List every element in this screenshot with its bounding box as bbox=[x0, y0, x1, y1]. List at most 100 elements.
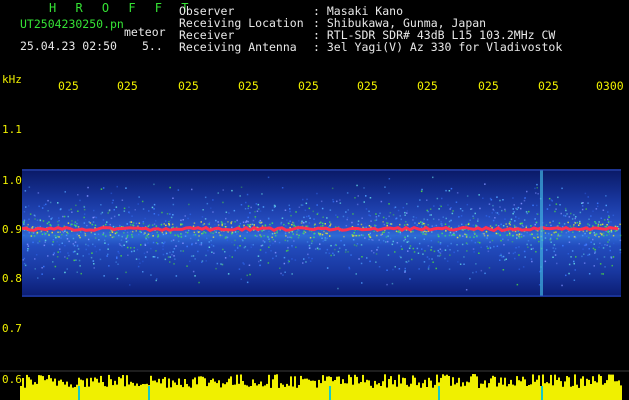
noise-speckle bbox=[561, 284, 563, 287]
histogram-bar bbox=[560, 381, 562, 400]
histogram-bar bbox=[472, 374, 474, 400]
signal-halo-dot bbox=[549, 221, 551, 224]
noise-speckle bbox=[256, 235, 258, 237]
histogram-bar bbox=[430, 380, 432, 400]
noise-speckle bbox=[477, 218, 479, 220]
signal-halo-dot bbox=[130, 224, 132, 226]
histogram-bar bbox=[486, 387, 488, 400]
noise-speckle bbox=[431, 258, 433, 260]
noise-speckle bbox=[549, 204, 551, 206]
histogram-bar bbox=[454, 384, 456, 400]
noise-speckle bbox=[420, 190, 423, 193]
noise-speckle bbox=[210, 244, 213, 246]
noise-speckle bbox=[256, 210, 259, 212]
noise-speckle bbox=[52, 261, 54, 263]
histogram-bar bbox=[152, 380, 154, 400]
noise-speckle bbox=[447, 245, 449, 247]
signal-halo-dot bbox=[40, 230, 43, 232]
noise-speckle bbox=[24, 190, 27, 192]
histogram-bar bbox=[22, 378, 24, 400]
noise-speckle bbox=[573, 279, 576, 281]
noise-speckle bbox=[603, 230, 606, 233]
noise-speckle bbox=[554, 254, 557, 256]
histogram-bar bbox=[62, 381, 64, 400]
noise-speckle bbox=[502, 225, 505, 227]
noise-speckle bbox=[153, 183, 155, 186]
noise-speckle bbox=[252, 244, 254, 246]
histogram-bar bbox=[506, 386, 508, 400]
histogram-bar bbox=[550, 374, 552, 400]
noise-speckle bbox=[182, 242, 184, 244]
noise-speckle bbox=[164, 220, 167, 222]
noise-speckle bbox=[534, 237, 536, 240]
noise-speckle bbox=[536, 183, 538, 186]
noise-speckle bbox=[427, 266, 430, 268]
noise-speckle bbox=[102, 235, 104, 238]
signal-halo-dot bbox=[208, 223, 210, 225]
signal-halo-dot bbox=[420, 231, 423, 233]
noise-speckle bbox=[445, 217, 447, 220]
noise-speckle bbox=[588, 224, 591, 226]
noise-speckle bbox=[303, 216, 305, 219]
noise-speckle bbox=[596, 258, 599, 260]
noise-speckle bbox=[554, 210, 556, 213]
histogram-bar bbox=[566, 376, 568, 400]
signal-halo-dot bbox=[601, 233, 603, 235]
signal-halo-dot bbox=[423, 222, 426, 225]
noise-speckle bbox=[604, 244, 606, 246]
histogram-bar bbox=[282, 384, 284, 400]
signal-halo-dot bbox=[225, 236, 227, 238]
noise-speckle bbox=[572, 225, 575, 228]
noise-speckle bbox=[331, 187, 334, 190]
meteor-streak bbox=[540, 170, 543, 296]
noise-speckle bbox=[431, 231, 433, 233]
noise-speckle bbox=[267, 176, 270, 179]
x-tick-label: 025 bbox=[298, 79, 319, 93]
noise-speckle bbox=[456, 244, 458, 246]
histogram-marker bbox=[148, 386, 150, 400]
noise-speckle bbox=[187, 229, 190, 232]
noise-speckle bbox=[474, 241, 477, 244]
noise-speckle bbox=[116, 185, 118, 188]
noise-speckle bbox=[473, 251, 475, 253]
noise-speckle bbox=[436, 197, 439, 200]
noise-speckle bbox=[146, 251, 148, 253]
signal-halo-dot bbox=[505, 223, 507, 225]
noise-speckle bbox=[233, 209, 236, 212]
noise-speckle bbox=[590, 215, 592, 217]
histogram-bar bbox=[84, 386, 86, 400]
signal-halo-dot bbox=[376, 234, 378, 237]
noise-speckle bbox=[332, 198, 334, 201]
noise-speckle bbox=[449, 254, 451, 256]
histogram-bar bbox=[252, 379, 254, 400]
noise-speckle bbox=[302, 262, 304, 264]
y-tick-label: 0.7 bbox=[2, 322, 22, 335]
signal-halo-dot bbox=[147, 236, 150, 239]
noise-speckle bbox=[383, 223, 386, 226]
histogram-bar bbox=[494, 376, 496, 400]
noise-speckle bbox=[387, 254, 390, 256]
noise-speckle bbox=[91, 252, 93, 254]
signal-halo-dot bbox=[612, 234, 615, 237]
noise-speckle bbox=[191, 243, 193, 246]
noise-speckle bbox=[607, 241, 609, 243]
noise-speckle bbox=[113, 215, 116, 218]
signal-halo-dot bbox=[588, 236, 590, 239]
signal-halo-dot bbox=[193, 231, 196, 234]
info-label: Receiving Antenna bbox=[179, 40, 297, 54]
noise-speckle bbox=[335, 214, 337, 216]
noise-speckle bbox=[448, 190, 451, 192]
noise-speckle bbox=[43, 204, 45, 206]
noise-speckle bbox=[407, 260, 410, 262]
histogram-bar bbox=[484, 380, 486, 400]
noise-speckle bbox=[228, 212, 230, 214]
noise-speckle bbox=[338, 247, 341, 249]
histogram-bar bbox=[568, 377, 570, 400]
noise-speckle bbox=[590, 241, 592, 243]
histogram-bar bbox=[178, 378, 180, 400]
noise-speckle bbox=[334, 248, 336, 251]
signal-halo-dot bbox=[467, 223, 470, 226]
histogram-bar bbox=[54, 378, 56, 400]
noise-speckle bbox=[474, 212, 476, 215]
signal-halo-dot bbox=[192, 225, 195, 227]
